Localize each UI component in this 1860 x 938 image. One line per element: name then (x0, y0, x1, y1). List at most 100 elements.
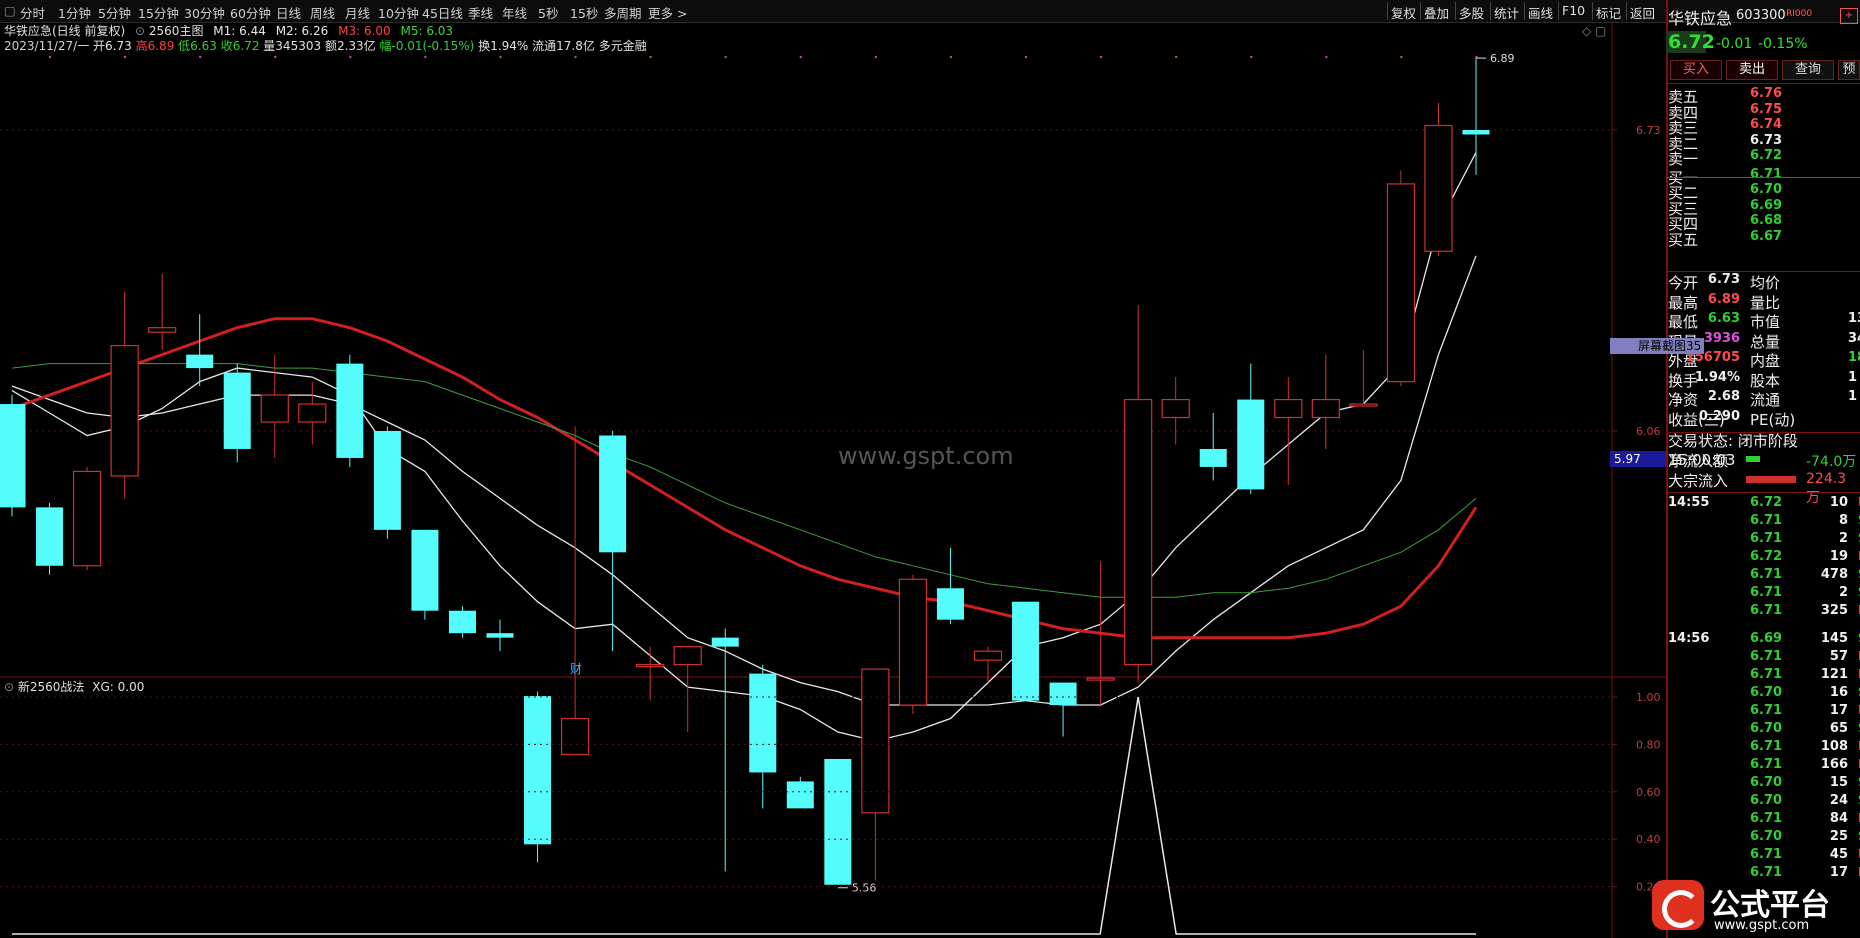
chart-corner-icons[interactable]: ◇ ▢ (1582, 24, 1606, 38)
tick-row: 6.7184B (1668, 811, 1860, 829)
tick-volume: 17 (1829, 703, 1848, 718)
stat-value-2: 18 (1848, 350, 1860, 365)
candle-body-up (673, 646, 702, 666)
quote-stock-code: 603300 (1736, 8, 1786, 23)
tick-volume: 2 (1838, 531, 1848, 546)
stat-row-5: 换手 1.94% 股本 1 (1668, 370, 1860, 390)
candle-body-down (711, 637, 739, 647)
candle-body-up (636, 664, 665, 668)
stat-value: 6.63 (1707, 311, 1740, 326)
tick-volume: 19 (1829, 549, 1848, 564)
reserve-button[interactable]: 预 (1838, 60, 1860, 80)
sub-axis-label: 0.80 (1636, 738, 1661, 751)
tick-volume: 325 (1820, 603, 1848, 618)
candle-body-down (1012, 601, 1040, 701)
tick-row: 6.7015S (1668, 775, 1860, 793)
stat-row-6: 净资 2.68 流通 1 (1668, 389, 1860, 409)
tick-volume: 121 (1820, 667, 1848, 682)
m2-value: M2: 6.26 (275, 24, 329, 38)
tick-row: 6.71325B (1668, 603, 1860, 621)
sub-indicator-value: XG: 0.00 (92, 680, 145, 694)
signal-dot (48, 55, 52, 59)
signal-dot (1174, 55, 1178, 59)
tick-row: 6.7219B (1668, 549, 1860, 567)
book-level-price: 6.75 (1750, 101, 1783, 117)
candle-body-down (936, 588, 964, 620)
tick-row: 6.71478S (1668, 567, 1860, 585)
tick-row: 6.71108B (1668, 739, 1860, 757)
cursor-price-tag: 5.97 (1610, 451, 1666, 467)
tick-price: 6.71 (1750, 757, 1783, 772)
kline-chart[interactable]: 6.73 6.06 6.89 5.56 1.00 0.80 0.60 0.40 0.2 (0, 0, 1666, 938)
sub-axis-label: 0.60 (1636, 786, 1661, 799)
candle-body-up (298, 403, 327, 423)
stat-row-0: 今开 6.73 均价 (1668, 272, 1860, 292)
tick-price: 6.71 (1750, 513, 1783, 528)
tick-price: 6.70 (1750, 775, 1783, 790)
tick-price: 6.71 (1750, 649, 1783, 664)
bar-turnover: 换1.94% (478, 39, 529, 53)
book-level-price: 6.74 (1750, 117, 1783, 132)
book-level-label: 买五 (1668, 230, 1699, 249)
stat-label: 换手 (1668, 371, 1699, 390)
sub-axis-label: 0.2 (1636, 881, 1654, 894)
gspt-logo-icon (1652, 880, 1704, 930)
stat-label: 最低 (1668, 313, 1699, 331)
tick-price: 6.71 (1750, 531, 1783, 546)
signal-dot (874, 55, 878, 59)
tick-price: 6.71 (1750, 739, 1783, 754)
indicator-name: 2560主图 (148, 24, 204, 38)
quote-stock-name: 华铁应急 (1668, 9, 1733, 28)
tick-row: 6.71121B (1668, 667, 1860, 685)
bid-row-4[interactable]: 买五 6.67 (1668, 229, 1860, 249)
finance-marker[interactable]: 财 (570, 660, 582, 677)
stat-row-2: 最低 6.63 市值 13 (1668, 311, 1860, 331)
query-button[interactable]: 查询 (1782, 60, 1834, 80)
candle-body-down (373, 431, 401, 530)
buy-button[interactable]: 买入 (1670, 60, 1722, 80)
tick-row: 6.712S (1668, 531, 1860, 549)
candle-body-down (1199, 448, 1227, 467)
stat-label-2: 流通 (1750, 391, 1781, 409)
tick-time: 14:55 (1668, 495, 1710, 510)
tick-price: 6.71 (1750, 703, 1783, 718)
tick-row: 6.7065S (1668, 721, 1860, 739)
price-axis-label: 6.73 (1636, 124, 1661, 137)
sub-axis-label: 0.40 (1636, 833, 1661, 846)
candle-body-down (486, 633, 514, 638)
add-watchlist-icon[interactable]: + (1840, 8, 1858, 24)
sub-indicator-toggle-icon[interactable]: ⊙ (4, 680, 14, 694)
bar-float: 流通17.8亿 (532, 39, 595, 53)
tick-row: 6.71166B (1668, 757, 1860, 775)
candle-body-down (1237, 399, 1265, 490)
signal-dot (274, 55, 277, 59)
tick-price: 6.71 (1750, 585, 1783, 600)
candle-body-up (1349, 403, 1378, 407)
indicator-toggle-icon[interactable]: ⊙ (135, 24, 145, 38)
candle-body-up (110, 345, 139, 477)
tick-volume: 10 (1829, 495, 1848, 510)
ask-row-4[interactable]: 卖一 6.72 (1668, 148, 1860, 168)
overlay-number: 35 (1686, 339, 1702, 353)
tick-volume: 16 (1829, 685, 1848, 700)
screenshot-overlay[interactable]: 屏幕截图 35 (1610, 338, 1704, 354)
tick-volume: 15 (1829, 775, 1848, 790)
tick-row: 14:566.69145S (1668, 631, 1860, 649)
watermark: www.gspt.com (838, 442, 1014, 470)
tick-price: 6.69 (1750, 631, 1783, 646)
book-level-price: 6.68 (1750, 213, 1783, 228)
sell-button[interactable]: 卖出 (1726, 60, 1778, 80)
candle-body-up (260, 394, 289, 423)
bar-volume: 量345303 (263, 39, 322, 53)
tick-price: 6.70 (1750, 721, 1783, 736)
tick-volume: 2 (1838, 585, 1848, 600)
signal-dot (724, 55, 727, 59)
gspt-logo-url: www.gspt.com (1714, 918, 1810, 933)
candle-body-up (1124, 398, 1153, 666)
bar-close: 收6.72 (220, 39, 260, 53)
signal-dot (574, 55, 577, 59)
candle-body-down (749, 673, 777, 773)
tick-price: 6.71 (1750, 603, 1783, 618)
bar-date: 2023/11/27/一 (4, 39, 90, 53)
candle-body-down (223, 372, 251, 449)
